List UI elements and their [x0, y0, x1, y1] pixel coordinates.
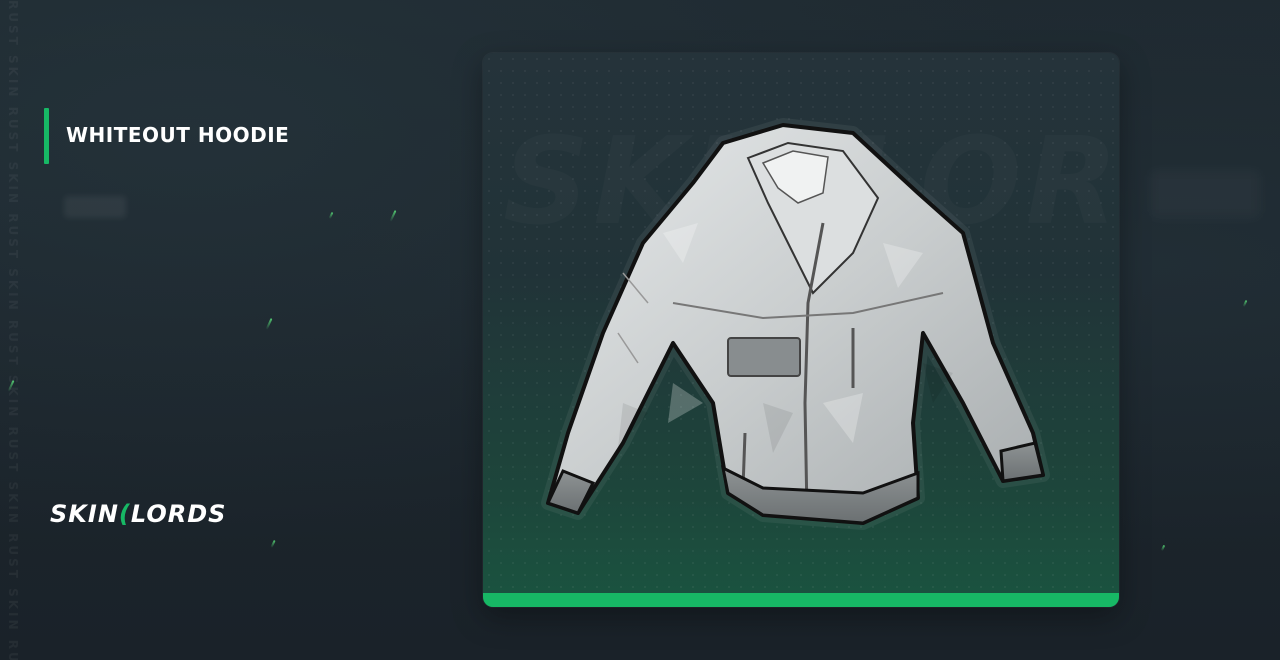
item-title: WHITEOUT HOODIE [66, 123, 290, 147]
blurred-placeholder [64, 196, 126, 218]
item-card: SKINLORDS [483, 53, 1119, 607]
brand-logo: SKIN(LORDS [50, 500, 226, 528]
spark-decoration [1242, 299, 1248, 308]
logo-text-right: LORDS [130, 500, 227, 528]
spark-decoration [265, 318, 273, 330]
spark-decoration [389, 210, 397, 222]
card-accent-bar [483, 593, 1119, 607]
hoodie-icon [541, 118, 1050, 530]
side-watermark: RUST SKIN RUST SKIN RUST SKIN RUST SKIN … [6, 0, 20, 660]
logo-mark: ( [118, 500, 131, 528]
spark-decoration [328, 211, 334, 220]
spark-decoration [1160, 544, 1166, 552]
logo-text-left: SKIN [50, 500, 119, 528]
showcase-banner: RUST SKIN RUST SKIN RUST SKIN RUST SKIN … [0, 0, 1280, 660]
title-accent-bar [44, 108, 49, 164]
spark-decoration [270, 539, 276, 549]
background-ghost-panel [1150, 170, 1260, 218]
